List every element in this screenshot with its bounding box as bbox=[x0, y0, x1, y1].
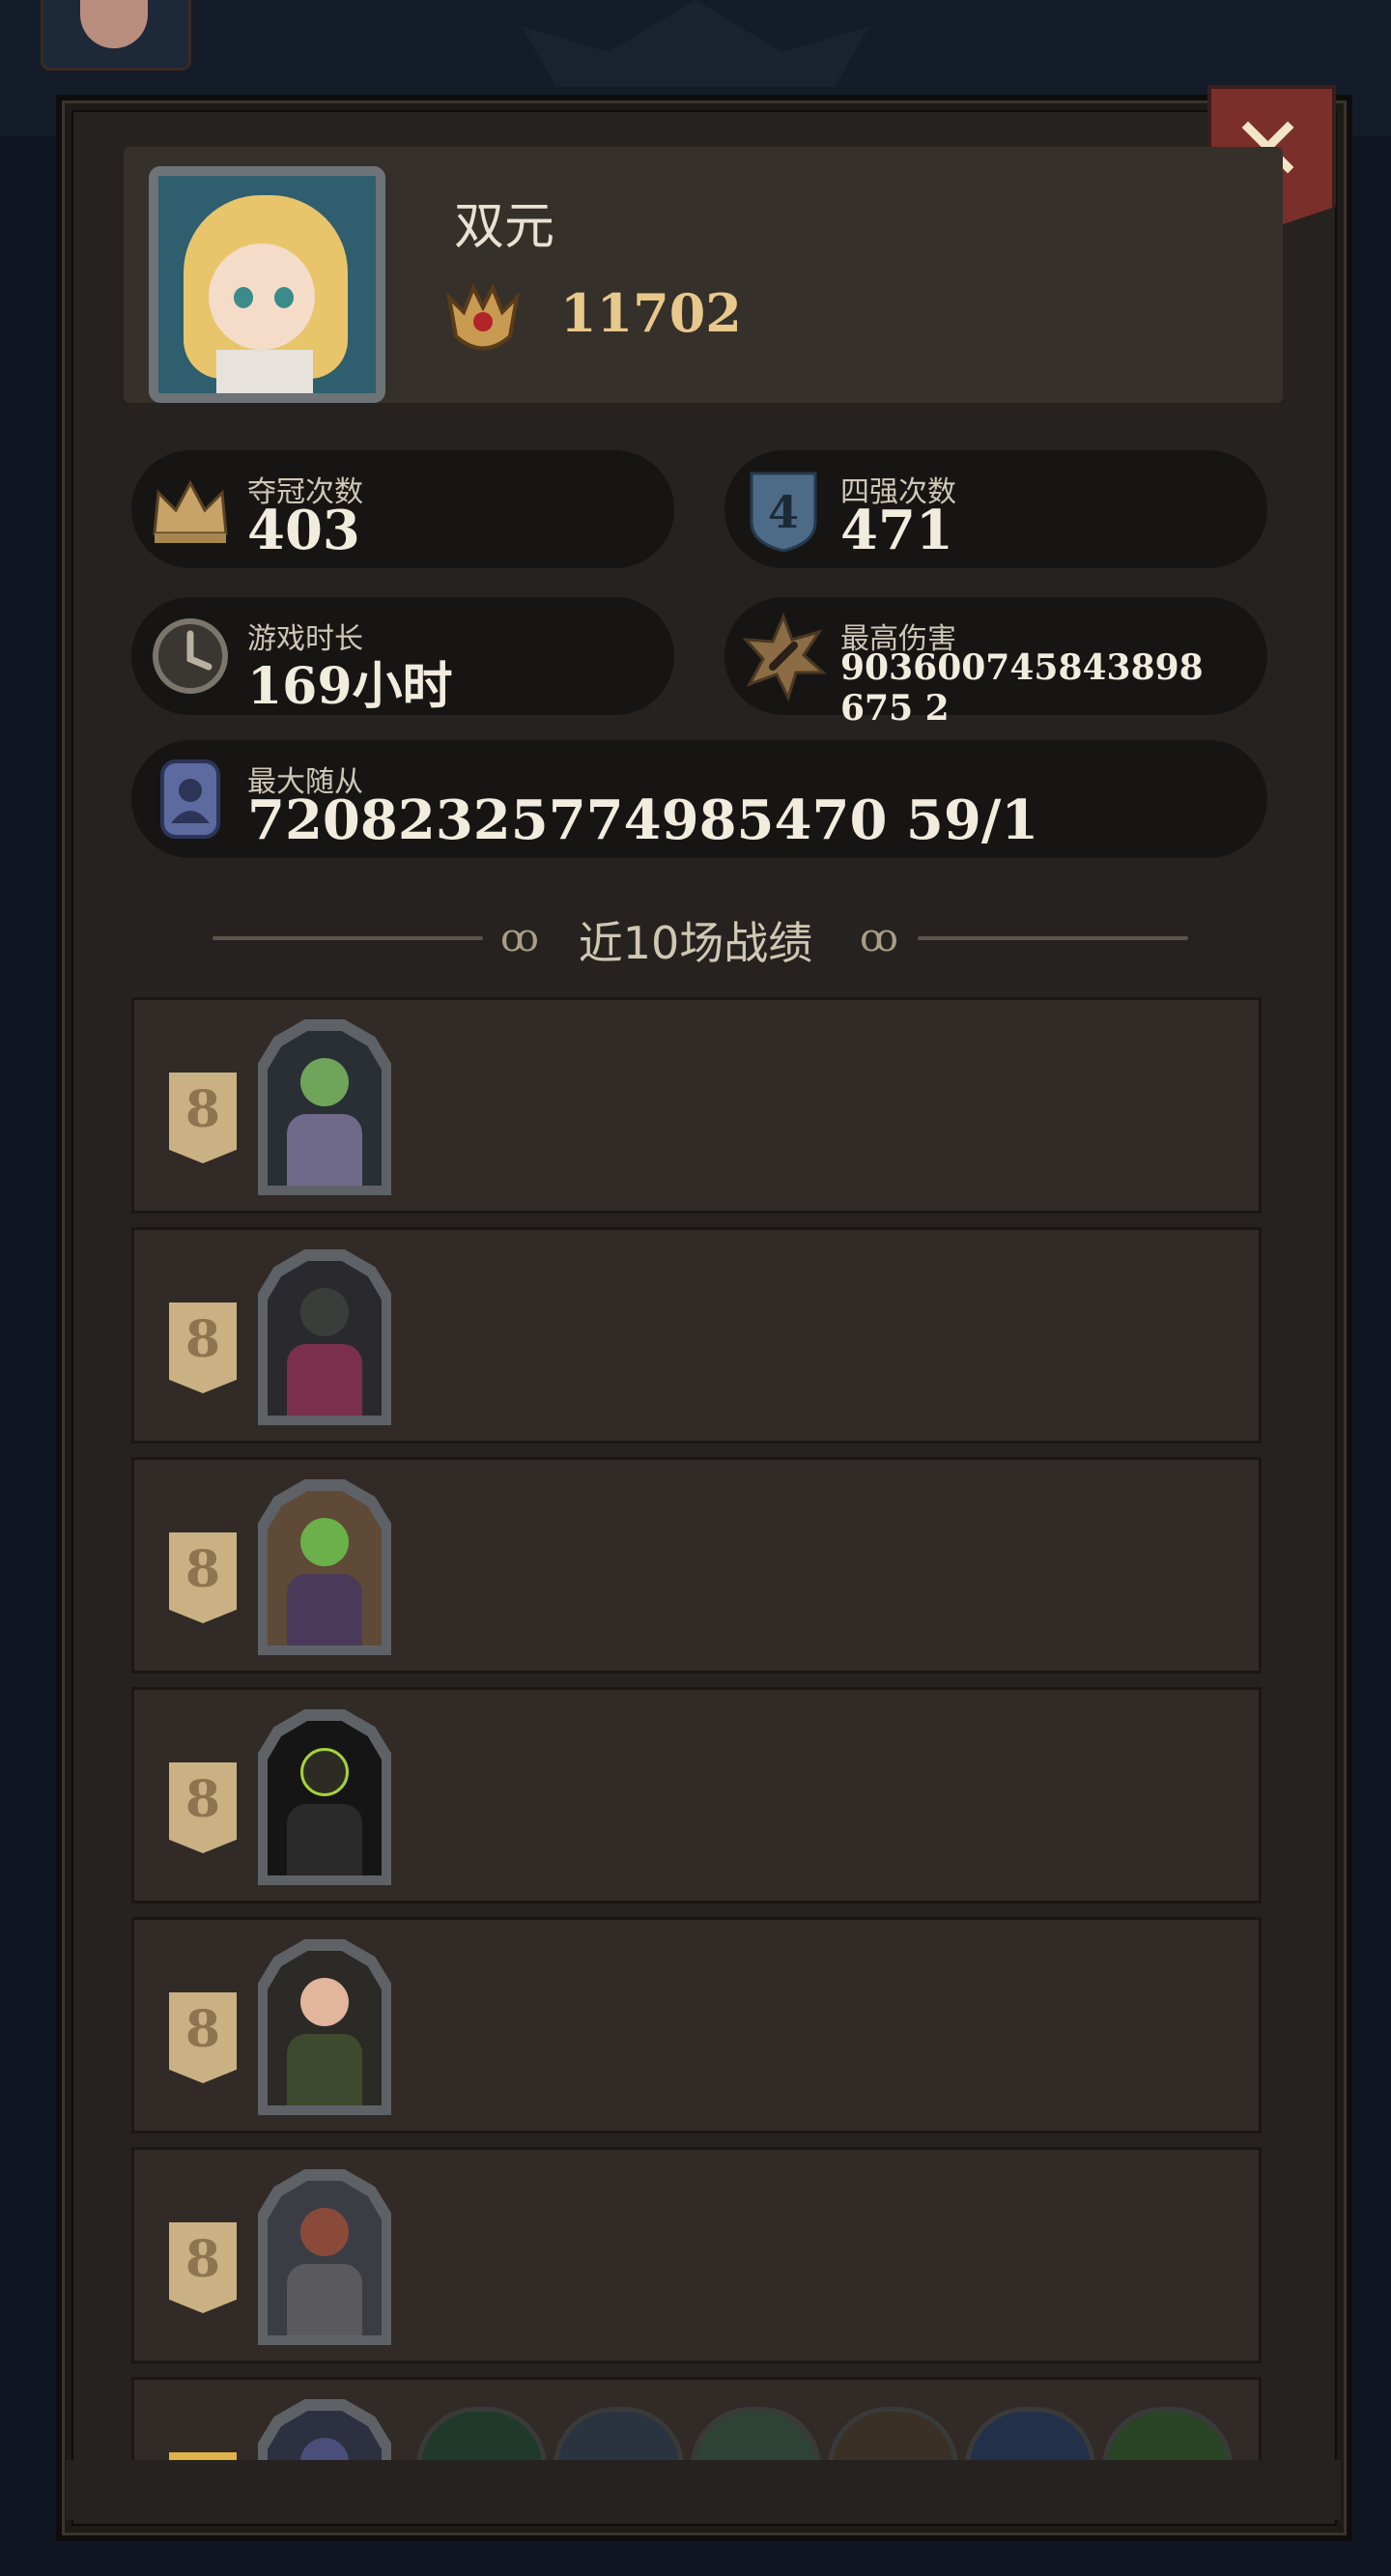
trophy-count: 11702 bbox=[560, 282, 742, 344]
match-record[interactable]: 8 bbox=[131, 1917, 1262, 2133]
crown-icon bbox=[153, 479, 228, 543]
trophy-icon bbox=[445, 283, 521, 351]
stat-playtime: 游戏时长 169小时 bbox=[131, 597, 674, 716]
hero-portrait[interactable] bbox=[258, 1019, 391, 1195]
hero-portrait[interactable] bbox=[258, 2399, 391, 2460]
minion-portrait[interactable] bbox=[416, 2407, 547, 2460]
stat-playtime-value: 169小时 bbox=[247, 657, 453, 716]
panel-bottom-border bbox=[66, 2460, 1341, 2520]
rank-badge: 8 bbox=[169, 1992, 237, 2083]
hero-portrait[interactable] bbox=[258, 1709, 391, 1885]
recent-matches-header: ꝏ 近10场战绩 ꝏ bbox=[203, 908, 1188, 969]
rank-badge: 8 bbox=[169, 1073, 237, 1163]
swirl-right-icon: ꝏ bbox=[860, 916, 898, 960]
divider-left bbox=[213, 936, 483, 940]
stat-max-follower: 最大随从 72082325774985470 59/1 bbox=[131, 740, 1267, 858]
minion-portrait[interactable] bbox=[1102, 2407, 1233, 2460]
minion-portrait[interactable] bbox=[691, 2407, 821, 2460]
minion-portrait[interactable] bbox=[554, 2407, 684, 2460]
follower-portrait-icon bbox=[160, 759, 220, 839]
recent-matches-title: 近10场战绩 bbox=[578, 917, 813, 969]
match-record[interactable]: 8 bbox=[131, 997, 1262, 1214]
clock-icon bbox=[153, 618, 228, 694]
stat-top4: 4 四强次数 471 bbox=[724, 450, 1267, 568]
match-history-list[interactable]: 8 8 8 8 8 8 bbox=[131, 997, 1263, 2460]
divider-right bbox=[918, 936, 1188, 940]
match-record[interactable] bbox=[131, 2377, 1262, 2460]
top4-shield-icon: 4 bbox=[750, 472, 817, 553]
hero-portrait[interactable] bbox=[258, 2169, 391, 2345]
minion-portrait[interactable] bbox=[828, 2407, 958, 2460]
rank-badge: 8 bbox=[169, 2222, 237, 2313]
rank-badge: 8 bbox=[169, 1302, 237, 1393]
match-record[interactable]: 8 bbox=[131, 1457, 1262, 1674]
rank-badge: 8 bbox=[169, 1532, 237, 1623]
player-avatar bbox=[149, 166, 385, 403]
background-avatar bbox=[41, 0, 191, 71]
player-name: 双元 bbox=[454, 198, 555, 256]
rank-badge: 8 bbox=[169, 1762, 237, 1853]
match-record[interactable]: 8 bbox=[131, 2147, 1262, 2363]
damage-burst-icon bbox=[742, 612, 827, 701]
stat-champion-value: 403 bbox=[247, 499, 360, 562]
hero-portrait[interactable] bbox=[258, 1479, 391, 1655]
stat-max-damage-value: 903600745843898675 2 bbox=[840, 647, 1204, 729]
minion-portrait[interactable] bbox=[965, 2407, 1095, 2460]
hero-portrait[interactable] bbox=[258, 1249, 391, 1425]
stat-max-damage: 最高伤害 903600745843898675 2 bbox=[724, 597, 1267, 729]
stat-champion: 夺冠次数 403 bbox=[131, 450, 674, 568]
hero-portrait[interactable] bbox=[258, 1939, 391, 2115]
stat-top4-value: 471 bbox=[840, 499, 953, 562]
match-record[interactable]: 8 bbox=[131, 1687, 1262, 1903]
top4-icon-text: 4 bbox=[768, 486, 799, 538]
rank-badge bbox=[169, 2452, 237, 2460]
stat-max-follower-value: 72082325774985470 59/1 bbox=[247, 788, 1039, 852]
match-record[interactable]: 8 bbox=[131, 1227, 1262, 1444]
